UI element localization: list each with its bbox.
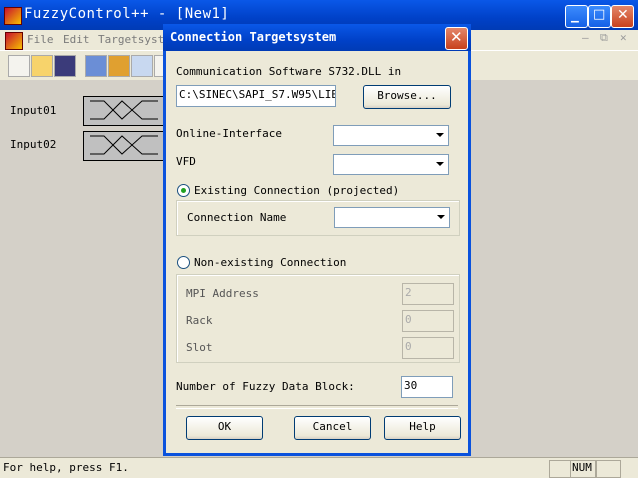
comm-software-label: Communication Software S732.DLL in xyxy=(176,65,402,78)
new-file-icon[interactable] xyxy=(8,55,30,77)
browse-button[interactable]: Browse... xyxy=(363,85,451,109)
close-icon: ✕ xyxy=(617,7,629,23)
save-icon[interactable] xyxy=(54,55,76,77)
rules-icon[interactable] xyxy=(108,55,130,77)
input01-membership-box[interactable] xyxy=(83,96,167,126)
mdi-restore-icon[interactable]: ⧉ xyxy=(600,31,608,45)
status-panel-scroll xyxy=(595,460,621,478)
help-button[interactable]: Help xyxy=(384,416,461,440)
rack-label: Rack xyxy=(186,314,213,327)
vfd-select[interactable] xyxy=(333,154,449,175)
online-interface-select[interactable] xyxy=(333,125,449,146)
dialog-title-bar[interactable]: Connection Targetsystem ✕ xyxy=(163,24,471,51)
window-title: FuzzyControl++ - [New1] xyxy=(24,6,230,22)
document-icon xyxy=(5,32,23,50)
membership-function-icon xyxy=(90,135,158,155)
status-bar: For help, press F1. NUM xyxy=(0,457,638,478)
menu-targetsystem[interactable]: Targetsyste xyxy=(98,33,171,46)
mdi-minimize-icon[interactable]: – xyxy=(582,31,589,44)
close-button[interactable]: ✕ xyxy=(611,5,634,28)
separator xyxy=(176,405,458,409)
status-panel-caps xyxy=(549,460,571,478)
membership-function-icon xyxy=(90,100,158,120)
existing-connection-label[interactable]: Existing Connection (projected) xyxy=(194,184,399,197)
comm-path-field[interactable]: C:\SINEC\SAPI_S7.W95\LIB\ xyxy=(176,85,336,107)
chevron-down-icon xyxy=(434,210,447,223)
non-existing-connection-label[interactable]: Non-existing Connection xyxy=(194,256,346,269)
dialog-title: Connection Targetsystem xyxy=(170,30,337,44)
minimize-icon: ▁ xyxy=(571,12,579,23)
existing-connection-radio[interactable] xyxy=(177,184,190,197)
slot-field[interactable]: 0 xyxy=(402,337,454,359)
open-folder-icon[interactable] xyxy=(31,55,53,77)
mdi-close-icon[interactable]: ✕ xyxy=(620,31,627,44)
cancel-button[interactable]: Cancel xyxy=(294,416,371,440)
vfd-label: VFD xyxy=(176,155,196,168)
app-logo-icon xyxy=(4,7,22,25)
fuzzy-data-block-label: Number of Fuzzy Data Block: xyxy=(176,380,355,393)
mpi-address-field[interactable]: 2 xyxy=(402,283,454,305)
dialog-body: Communication Software S732.DLL in C:\SI… xyxy=(166,51,468,453)
menu-edit[interactable]: Edit xyxy=(63,33,90,46)
non-existing-connection-radio[interactable] xyxy=(177,256,190,269)
connect-icon[interactable] xyxy=(85,55,107,77)
connection-name-select[interactable] xyxy=(334,207,450,228)
existing-connection-group: Connection Name xyxy=(176,200,460,236)
connection-name-label: Connection Name xyxy=(187,211,287,224)
chart-icon[interactable] xyxy=(131,55,153,77)
status-num: NUM xyxy=(570,460,597,478)
dialog-close-button[interactable]: ✕ xyxy=(445,27,468,50)
non-existing-connection-group: MPI Address 2 Rack 0 Slot 0 xyxy=(176,274,460,363)
mpi-address-label: MPI Address xyxy=(186,287,259,300)
maximize-icon: □ xyxy=(593,7,606,22)
close-icon: ✕ xyxy=(450,28,463,46)
maximize-button[interactable]: □ xyxy=(588,5,611,28)
online-interface-label: Online-Interface xyxy=(176,127,282,140)
fuzzy-data-block-field[interactable]: 30 xyxy=(401,376,453,398)
chevron-down-icon xyxy=(433,128,446,141)
input01-label: Input01 xyxy=(10,104,57,117)
input02-label: Input02 xyxy=(10,138,57,151)
status-help-text: For help, press F1. xyxy=(3,461,129,474)
input02-membership-box[interactable] xyxy=(83,131,167,161)
ok-button[interactable]: OK xyxy=(186,416,263,440)
slot-label: Slot xyxy=(186,341,213,354)
menu-file[interactable]: File xyxy=(27,33,54,46)
minimize-button[interactable]: ▁ xyxy=(565,5,588,28)
chevron-down-icon xyxy=(433,157,446,170)
rack-field[interactable]: 0 xyxy=(402,310,454,332)
